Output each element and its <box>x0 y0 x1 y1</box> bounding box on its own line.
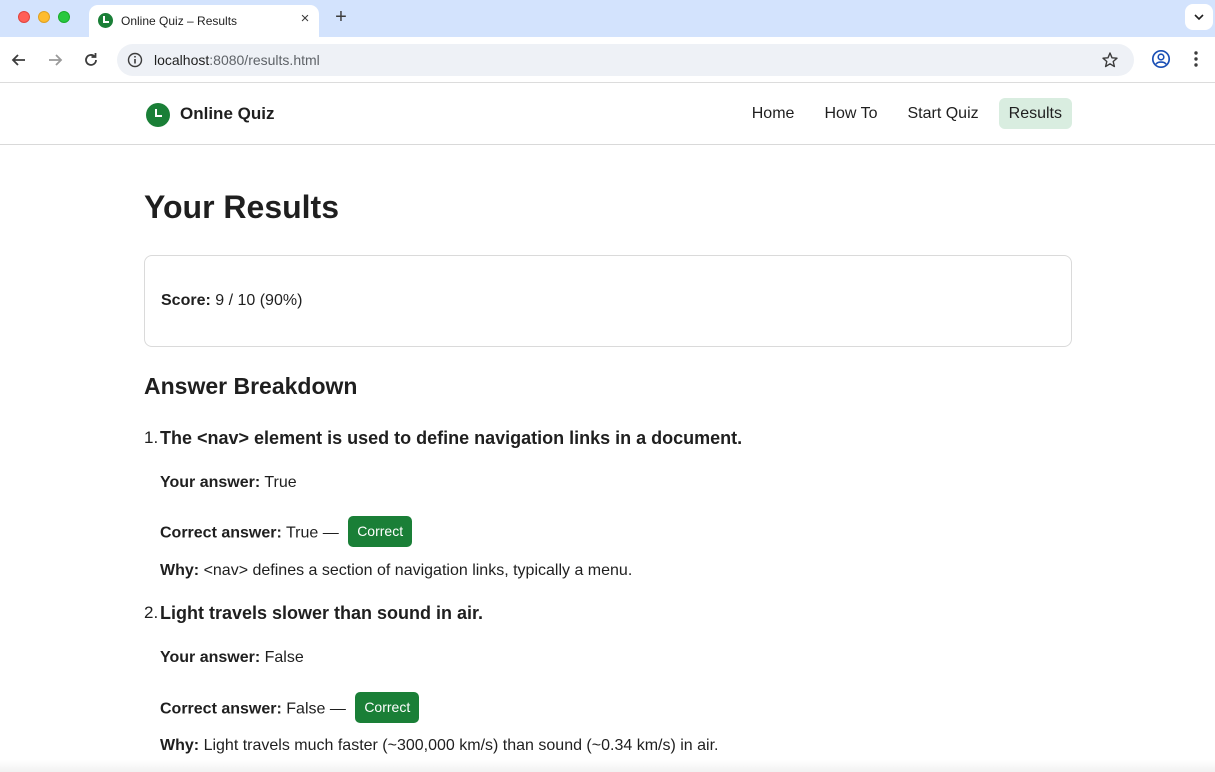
score-value: 9 / 10 (90%) <box>215 292 303 309</box>
profile-icon[interactable] <box>1151 49 1171 69</box>
correct-answer-value: True — <box>285 524 339 542</box>
minimize-window-button[interactable] <box>38 11 50 23</box>
page-title: Your Results <box>144 189 339 225</box>
reload-button[interactable] <box>80 49 102 71</box>
address-bar[interactable]: localhost:8080/results.html <box>117 44 1134 76</box>
correct-answer-line: Correct answer: False — Correct <box>160 692 420 725</box>
main-nav: Home How To Start Quiz Results <box>742 98 1072 129</box>
close-window-button[interactable] <box>18 11 30 23</box>
nav-start-quiz[interactable]: Start Quiz <box>898 98 989 129</box>
brand-name[interactable]: Online Quiz <box>180 104 274 124</box>
arrow-right-icon <box>49 54 63 66</box>
correct-badge: Correct <box>355 692 420 723</box>
breakdown-title: Answer Breakdown <box>144 373 358 399</box>
new-tab-button[interactable]: + <box>330 6 352 28</box>
your-answer-label: Your answer: <box>160 474 261 491</box>
browser-tab-bar: Online Quiz – Results × + <box>0 0 1215 37</box>
tab-search-button[interactable] <box>1185 4 1213 30</box>
score-card: Score: 9 / 10 (90%) <box>144 255 1072 347</box>
nav-results[interactable]: Results <box>998 98 1072 129</box>
chevron-down-icon <box>1194 14 1204 21</box>
why-line: Why: Light travels much faster (~300,000… <box>160 737 718 755</box>
your-answer-label: Your answer: <box>160 649 261 666</box>
more-options-icon[interactable] <box>1188 49 1204 69</box>
question-number: 1. <box>144 428 159 447</box>
score-line: Score: 9 / 10 (90%) <box>161 292 302 310</box>
site-info-icon[interactable] <box>127 52 143 68</box>
why-text: Light travels much faster (~300,000 km/s… <box>203 737 719 754</box>
forward-button[interactable] <box>44 49 66 71</box>
question-text: The <nav> element is used to define navi… <box>160 428 743 448</box>
correct-answer-value: False — <box>286 700 346 718</box>
tab-close-icon[interactable]: × <box>296 10 314 28</box>
url-host: localhost <box>154 52 210 68</box>
browser-tab-active[interactable]: Online Quiz – Results × <box>89 5 319 37</box>
question-text: Light travels slower than sound in air. <box>160 603 484 623</box>
correct-answer-line: Correct answer: True — Correct <box>160 516 413 549</box>
your-answer-line: Your answer: True <box>160 474 297 492</box>
tab-title: Online Quiz – Results <box>121 14 238 28</box>
maximize-window-button[interactable] <box>58 11 70 23</box>
score-label: Score: <box>161 292 211 309</box>
scroll-fade <box>0 760 1215 772</box>
url-path: :8080/results.html <box>209 52 320 68</box>
correct-badge: Correct <box>348 516 413 547</box>
favicon-icon <box>98 13 113 28</box>
site-header: Online Quiz Home How To Start Quiz Resul… <box>0 84 1215 145</box>
browser-toolbar: localhost:8080/results.html <box>0 37 1215 83</box>
bookmark-star-icon[interactable] <box>1101 51 1119 69</box>
nav-how-to[interactable]: How To <box>814 98 887 129</box>
why-label: Why: <box>160 562 200 579</box>
why-line: Why: <nav> defines a section of navigati… <box>160 562 632 580</box>
your-answer-value: False <box>264 649 304 666</box>
logo-icon <box>146 103 170 127</box>
reload-icon <box>85 53 97 66</box>
question-number: 2. <box>144 603 159 622</box>
your-answer-line: Your answer: False <box>160 649 304 667</box>
arrow-left-icon <box>11 54 25 66</box>
nav-home[interactable]: Home <box>742 98 805 129</box>
correct-answer-label: Correct answer: <box>160 700 282 718</box>
url-text[interactable]: localhost:8080/results.html <box>154 52 320 68</box>
back-button[interactable] <box>8 49 30 71</box>
correct-answer-label: Correct answer: <box>160 524 282 542</box>
your-answer-value: True <box>264 474 297 491</box>
why-text: <nav> defines a section of navigation li… <box>203 562 633 579</box>
why-label: Why: <box>160 737 200 754</box>
